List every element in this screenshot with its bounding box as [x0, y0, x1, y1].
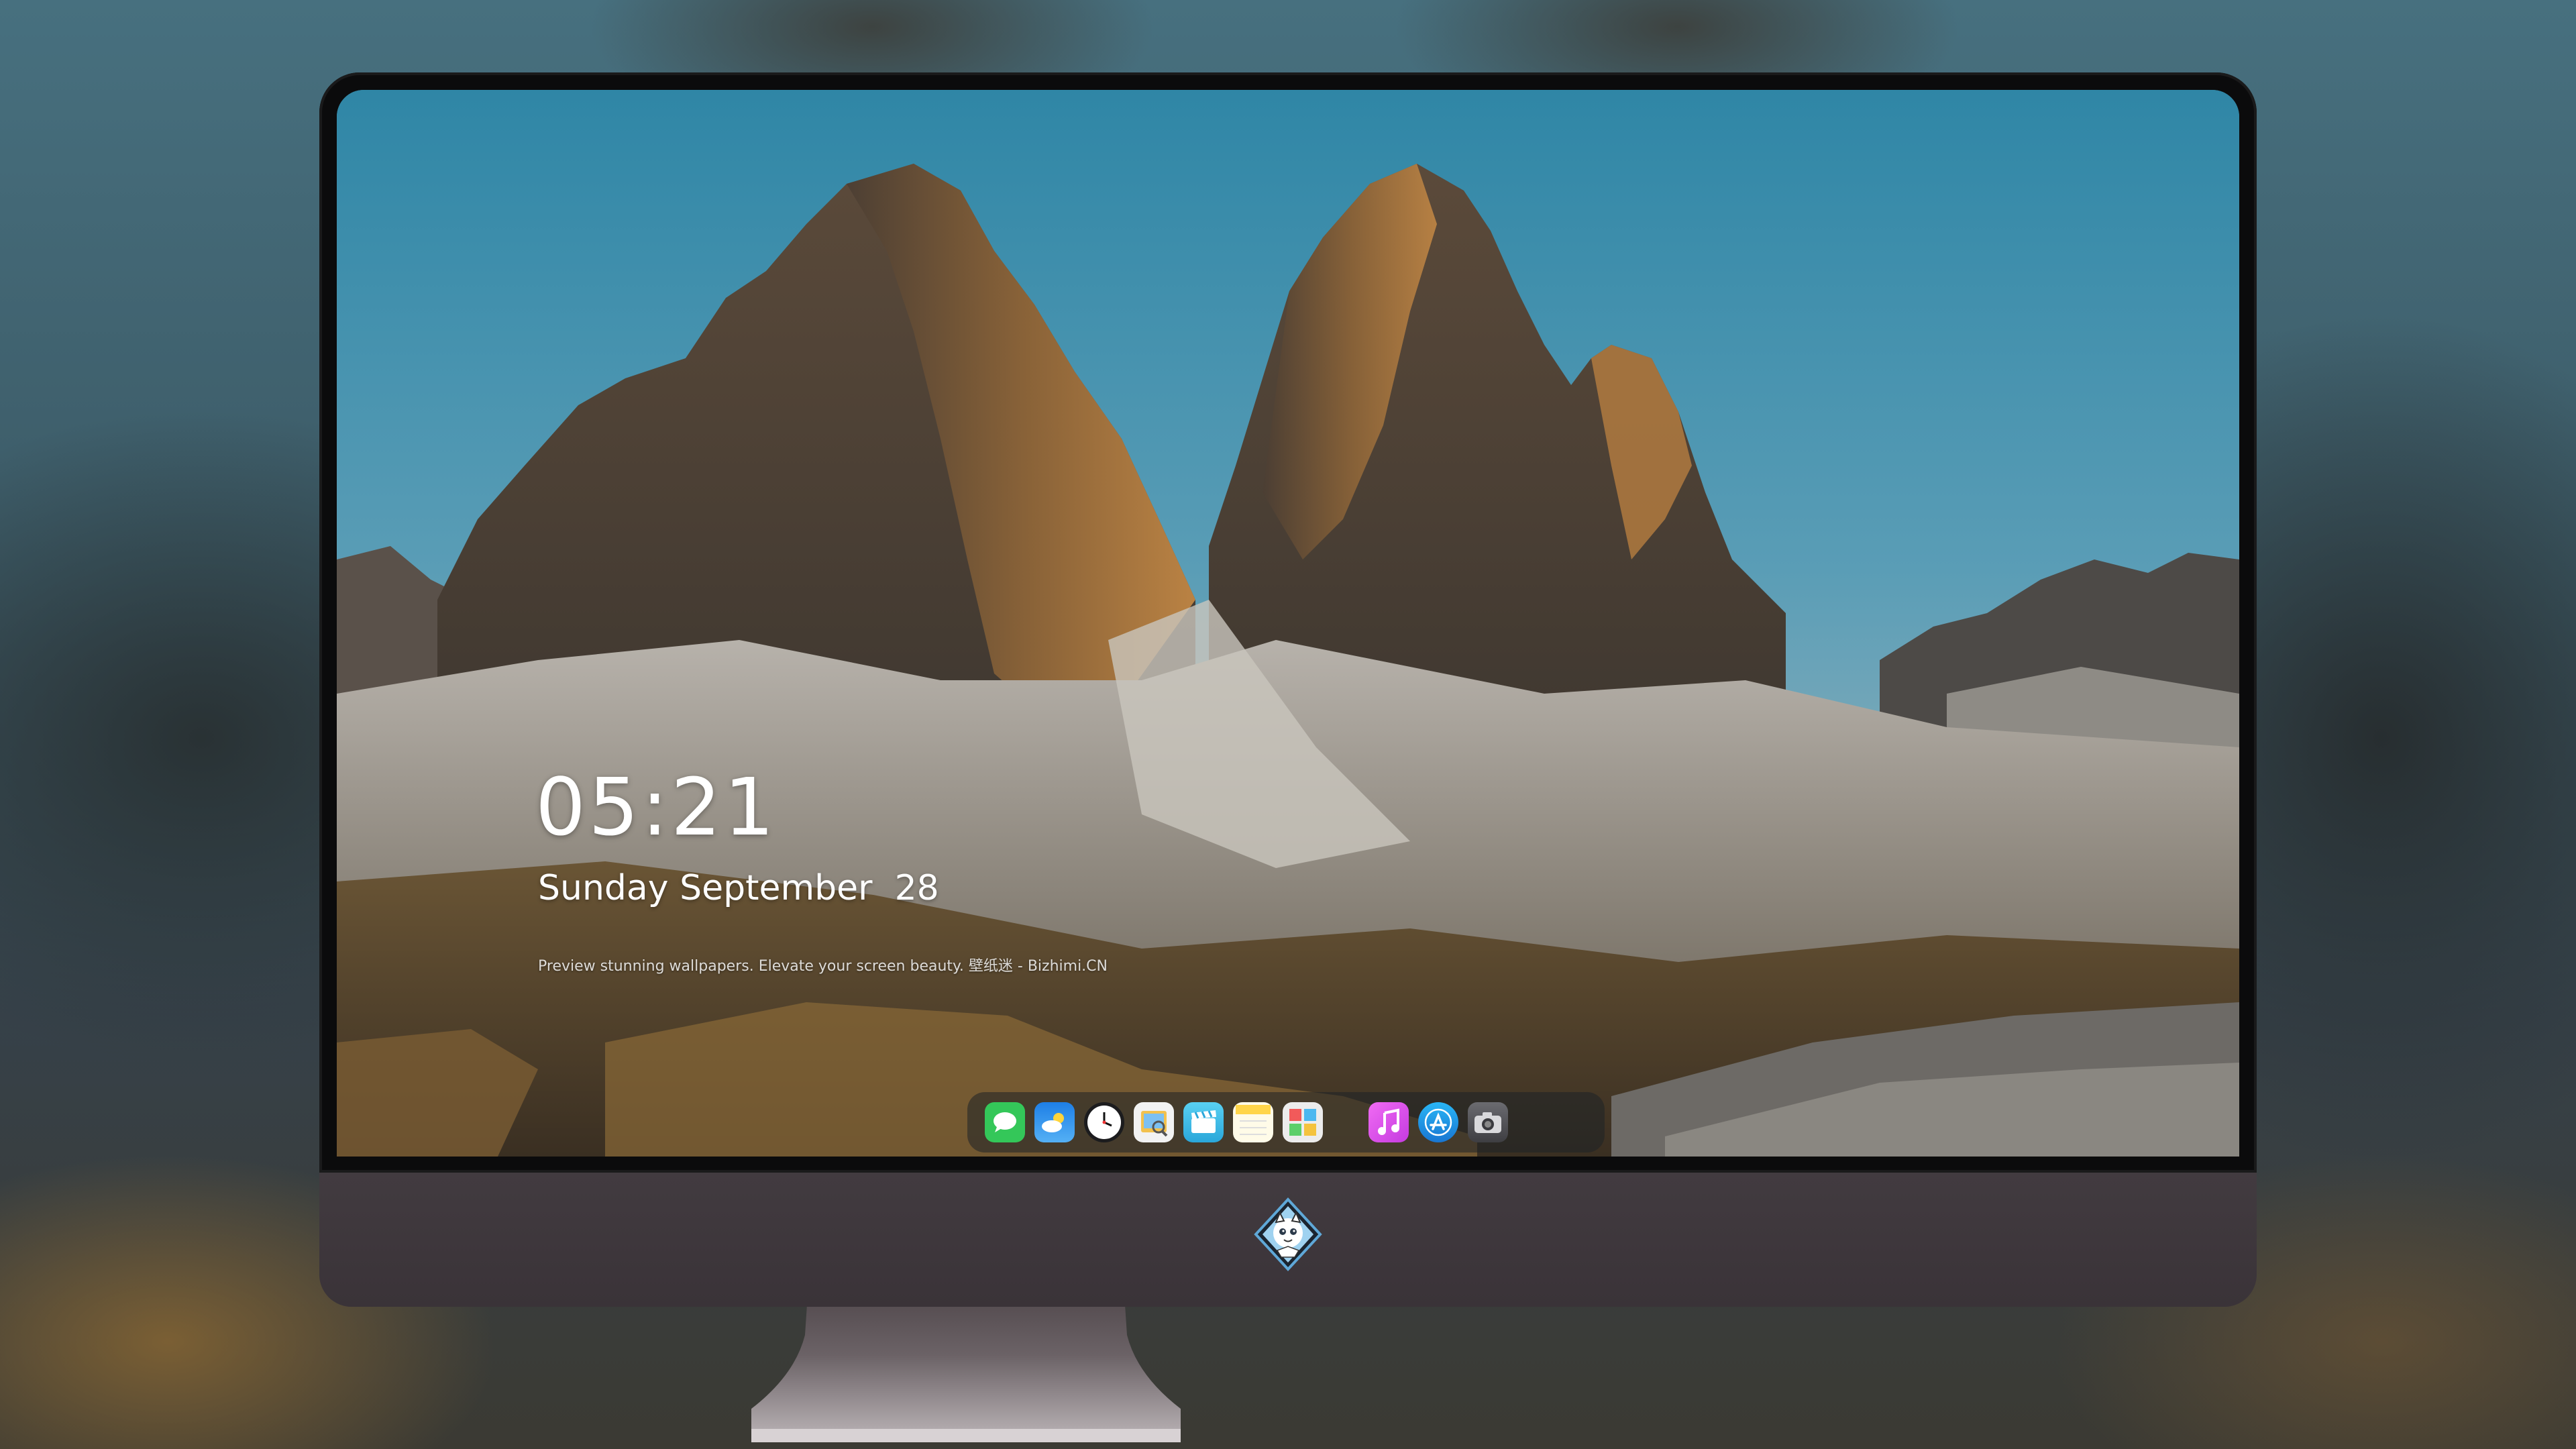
notes-icon[interactable]: [1233, 1102, 1273, 1142]
clock-icon[interactable]: [1084, 1102, 1124, 1142]
messages-icon[interactable]: [985, 1102, 1025, 1142]
photo-app-icon[interactable]: [1283, 1102, 1323, 1142]
scene-root: 05:21 Sunday September 28 Preview stunni…: [0, 0, 2576, 1449]
screen: 05:21 Sunday September 28 Preview stunni…: [337, 90, 2239, 1157]
wallpaper-tagline: Preview stunning wallpapers. Elevate you…: [538, 958, 1108, 975]
dock: [967, 1092, 1605, 1152]
bizhimi-mascot-logo: [1254, 1197, 1322, 1271]
camera-icon[interactable]: [1468, 1102, 1508, 1142]
clips-icon[interactable]: [1183, 1102, 1224, 1142]
mountain-wallpaper: [337, 90, 2239, 1157]
lock-screen-date: Sunday September 28: [538, 868, 939, 908]
preview-icon[interactable]: [1134, 1102, 1174, 1142]
imac-monitor: 05:21 Sunday September 28 Preview stunni…: [319, 72, 2257, 1307]
app-store-icon[interactable]: [1418, 1102, 1458, 1142]
lock-screen-time: 05:21: [535, 761, 777, 853]
music-icon[interactable]: [1368, 1102, 1409, 1142]
weather-icon[interactable]: [1034, 1102, 1075, 1142]
